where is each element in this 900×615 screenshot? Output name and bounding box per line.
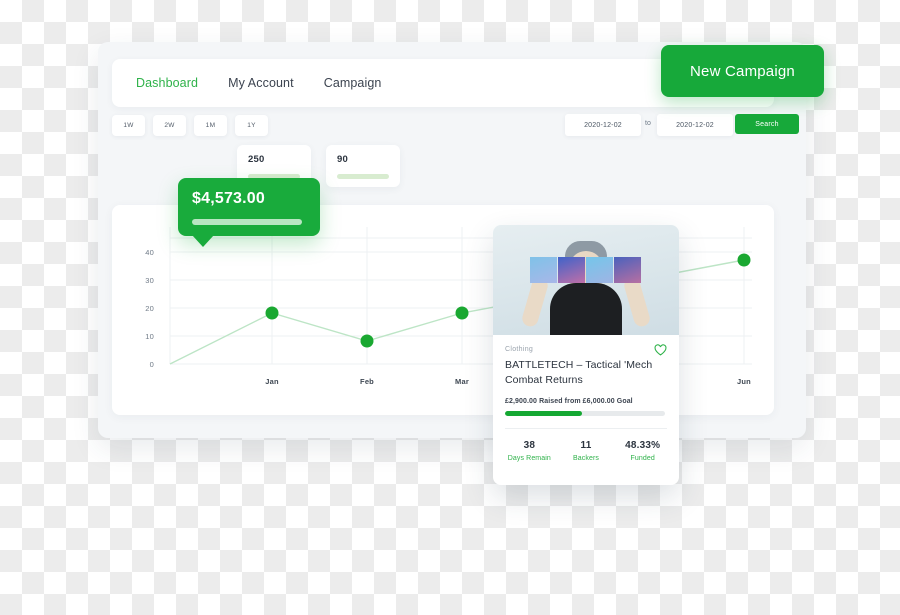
new-campaign-button[interactable]: New Campaign (661, 45, 824, 97)
campaign-funding-text: £2,900.00 Raised from £6,000.00 Goal (505, 398, 633, 405)
highlight-value: $4,573.00 (192, 190, 265, 207)
date-from-input[interactable] (565, 114, 641, 136)
photo-banner (530, 257, 642, 283)
period-pill-2w[interactable]: 2W (153, 115, 186, 136)
chart-point-jun[interactable] (737, 253, 751, 267)
date-range-separator: to (645, 120, 651, 127)
period-pill-1y[interactable]: 1Y (235, 115, 268, 136)
nav-item-dashboard[interactable]: Dashboard (136, 76, 198, 90)
kpi-card-2[interactable]: 90 (326, 145, 400, 187)
photo-panel-4 (614, 257, 641, 283)
heart-icon[interactable] (654, 343, 667, 361)
chart-point-mar[interactable] (455, 306, 469, 320)
stat-backers: 11 Backers (558, 440, 615, 462)
x-tick-jan: Jan (265, 377, 279, 386)
stat-days-remain-number: 38 (523, 440, 536, 451)
kpi-value-1: 250 (248, 154, 265, 165)
x-tick-feb: Feb (360, 377, 374, 386)
chart-point-jan[interactable] (265, 306, 279, 320)
photo-body (550, 283, 622, 335)
campaign-title: BATTLETECH – Tactical 'Mech Combat Retur… (505, 359, 653, 386)
y-tick-30: 30 (145, 276, 154, 285)
y-tick-40: 40 (145, 248, 154, 257)
stat-funded-number: 48.33% (625, 440, 661, 451)
x-tick-jun: Jun (737, 377, 751, 386)
date-to-input[interactable] (657, 114, 733, 136)
stat-backers-number: 11 (580, 440, 592, 451)
period-pill-1m[interactable]: 1M (194, 115, 227, 136)
nav-item-my-account[interactable]: My Account (228, 76, 294, 90)
campaign-photo (493, 225, 679, 335)
x-tick-mar: Mar (455, 377, 469, 386)
search-button[interactable]: Search (735, 114, 799, 134)
campaign-body: Clothing BATTLETECH – Tactical 'Mech Com… (493, 335, 679, 429)
period-pill-1w[interactable]: 1W (112, 115, 145, 136)
app-window: Dashboard My Account Campaign 1W 2W 1M 1… (98, 42, 806, 438)
campaign-card[interactable]: Clothing BATTLETECH – Tactical 'Mech Com… (493, 225, 679, 485)
photo-arm-right (622, 275, 652, 329)
kpi-value-2: 90 (337, 154, 348, 165)
filter-row: 1W 2W 1M 1Y to Search (112, 114, 799, 145)
kpi-progress-2 (337, 174, 389, 179)
stat-funded: 48.33% Funded (614, 440, 671, 462)
highlight-progress (192, 219, 302, 225)
campaign-stats: 38 Days Remain 11 Backers 48.33% Funded (493, 429, 679, 462)
campaign-funding-track (505, 411, 665, 416)
photo-panel-3 (586, 257, 613, 283)
photo-panel-1 (530, 257, 557, 283)
highlight-tooltip-card: $4,573.00 (178, 178, 320, 247)
chart-point-feb[interactable] (360, 334, 374, 348)
tooltip-arrow (192, 235, 214, 247)
photo-arm-left (520, 275, 550, 329)
y-tick-10: 10 (145, 332, 154, 341)
campaign-funding-fill (505, 411, 583, 416)
stat-backers-label: Backers (573, 455, 599, 462)
nav-item-campaign[interactable]: Campaign (324, 76, 382, 90)
y-tick-0: 0 (149, 360, 154, 369)
y-tick-20: 20 (145, 304, 154, 313)
stat-days-remain-label: Days Remain (507, 455, 551, 462)
stat-funded-label: Funded (630, 455, 655, 462)
photo-panel-2 (558, 257, 585, 283)
campaign-category: Clothing (505, 346, 534, 353)
stat-days-remain: 38 Days Remain (501, 440, 558, 462)
